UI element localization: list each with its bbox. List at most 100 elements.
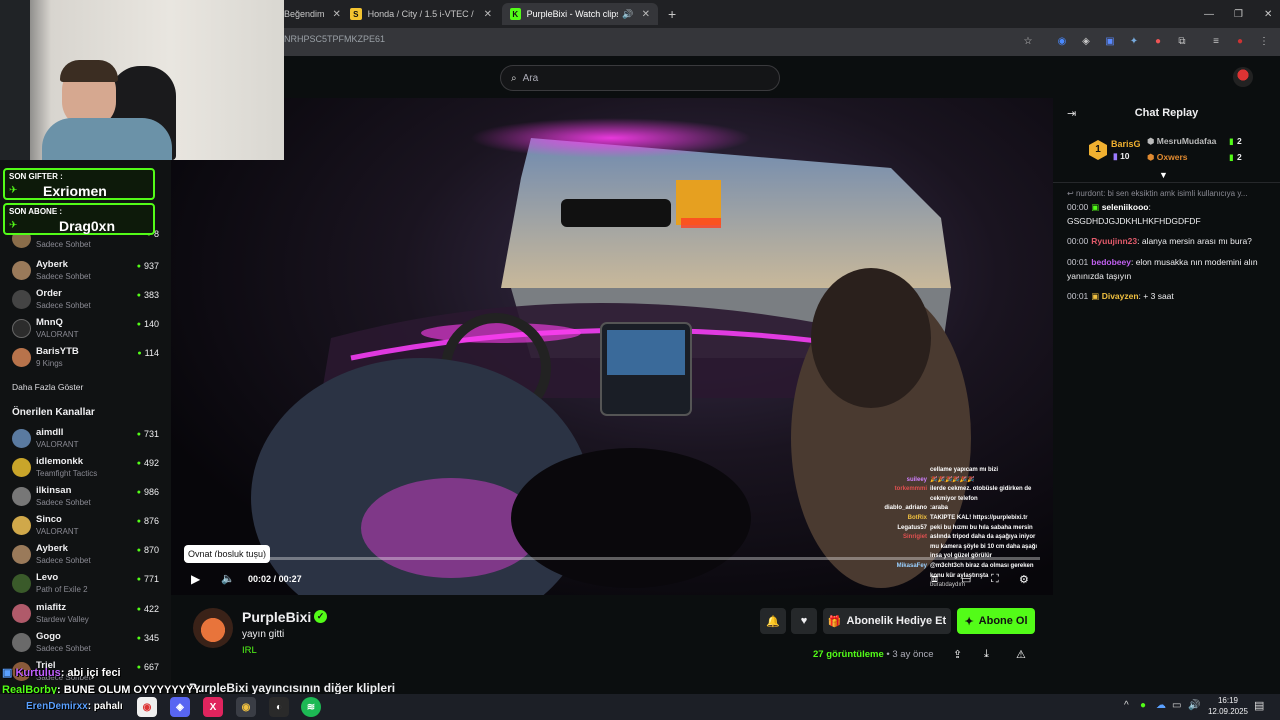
channel-name[interactable]: PurpleBixi (242, 609, 311, 625)
extension-icon[interactable]: ✦ (1128, 36, 1140, 48)
tab-honda[interactable]: S Honda / City / 1.5 i-VTEC / Exe ✕ (342, 3, 500, 25)
notification-icon[interactable]: ▤ (1254, 699, 1264, 712)
sidebar-channel[interactable]: aimdll VALORANT 731 (12, 426, 162, 452)
channel-category: VALORANT (36, 330, 79, 339)
sidebar-channel[interactable]: Gogo Sadece Sohbet 345 (12, 630, 162, 656)
user-avatar[interactable] (1233, 67, 1253, 87)
viewer-count: 114 (137, 348, 159, 358)
tray-chevron-icon[interactable]: ^ (1124, 700, 1129, 711)
extension-icon[interactable]: ◈ (1080, 36, 1092, 48)
sidebar-channel[interactable]: Ayberk Sadece Sohbet 937 (12, 258, 162, 284)
subscribe-label: Abone Ol (978, 615, 1028, 627)
spotify-icon[interactable]: ≋ (301, 697, 321, 717)
tab-begendim[interactable]: Beğendim ✕ (276, 3, 341, 25)
channel-name: BarisYTB (36, 346, 79, 357)
chevron-down-icon[interactable]: ▼ (1159, 170, 1168, 180)
gifter-name: Exriomen (43, 183, 107, 199)
clip-icon[interactable]: ⧈ (931, 573, 938, 586)
notification-bell-button[interactable]: 🔔 (760, 608, 786, 634)
view-count: 27 (813, 649, 824, 660)
chat-user[interactable]: Ryuujinn23 (1091, 236, 1137, 246)
clock-time[interactable]: 16:19 (1208, 696, 1248, 705)
video-chat-msg: cekmiyor telefon (930, 495, 978, 502)
sidebar-channel[interactable]: Order Sadece Sohbet 383 (12, 287, 162, 313)
url-text[interactable]: NRHPSC5TPFMKZPE61 (284, 34, 385, 44)
tab-label: PurpleBixi - Watch clips on (526, 9, 619, 19)
sidebar-channel[interactable]: Levo Path of Exile 2 771 (12, 571, 162, 597)
leader-name: MesruMudafaa (1156, 136, 1217, 146)
clock-date[interactable]: 12.09.2025 (1202, 707, 1254, 716)
obs-icon[interactable]: ◐ (269, 697, 289, 717)
new-tab-button[interactable]: + (660, 3, 682, 25)
progress-fill (184, 557, 244, 560)
leader-row[interactable]: ⬢ Oxwers ▮ 2 (1147, 152, 1267, 164)
tray-icon[interactable]: ☁ (1156, 700, 1166, 711)
minimize-icon[interactable]: — (1196, 3, 1222, 25)
leader-count: ▮ 10 (1113, 151, 1130, 162)
download-icon[interactable]: ⤓ (984, 648, 989, 661)
tray-icon[interactable]: ▭ (1172, 700, 1181, 711)
tab-purplebixi[interactable]: K PurpleBixi - Watch clips on 🔊 ✕ (502, 3, 658, 25)
restore-icon[interactable]: ❐ (1226, 3, 1251, 25)
settings-icon[interactable]: ⚙ (1019, 573, 1029, 586)
sidebar-channel[interactable]: miafitz Stardew Valley 422 (12, 601, 162, 627)
close-icon[interactable]: ✕ (333, 9, 341, 20)
chat-time: 00:01 (1067, 291, 1089, 301)
channel-name: Sinco (36, 514, 62, 525)
profile-icon[interactable]: ● (1234, 36, 1246, 48)
close-icon[interactable]: ✕ (484, 9, 492, 20)
channel-avatar[interactable] (193, 608, 233, 648)
search-input[interactable]: ⌕ Ara (500, 65, 780, 91)
sidebar-channel[interactable]: Sinco VALORANT 876 (12, 513, 162, 539)
puzzle-icon[interactable]: ⧉ (1176, 36, 1188, 48)
report-icon[interactable]: ⚠ (1016, 648, 1026, 661)
extension-icon[interactable]: ◉ (1056, 36, 1068, 48)
chrome-icon[interactable]: ◉ (236, 697, 256, 717)
window-close-icon[interactable]: ✕ (1256, 3, 1280, 25)
avatar (12, 319, 31, 338)
chrome-icon[interactable]: ◉ (137, 697, 157, 717)
theater-icon[interactable]: ▭ (961, 573, 971, 586)
category-link[interactable]: IRL (242, 645, 257, 656)
play-button[interactable]: ▶ (191, 572, 200, 586)
speaker-icon[interactable]: 🔊 (622, 9, 633, 20)
sidebar-channel[interactable]: idlemonkk Teamfight Tactics 492 (12, 455, 162, 481)
chat-user[interactable]: Divayzen (1102, 291, 1139, 301)
discord-icon[interactable]: ◈ (170, 697, 190, 717)
reply-hint-text: nurdont: bi sen eksiktin amk isimli kull… (1075, 189, 1248, 198)
close-icon[interactable]: ✕ (642, 9, 650, 20)
video-chat-line: BotRix TAKİPTE KAL! https://purplebixi.tr (871, 514, 1051, 524)
sidebar-channel[interactable]: MnnQ VALORANT 140 (12, 316, 162, 342)
gift-sub-button[interactable]: 🎁 Abonelik Hediye Et (823, 608, 951, 634)
chat-message: 00:00 ▣ seleniikooo: GSGDHDJGJDKHLHKFHDGD… (1067, 202, 1201, 226)
star-icon[interactable]: ☆ (1022, 36, 1034, 48)
leader-name[interactable]: BarisG (1111, 139, 1141, 149)
recommended-heading: Önerilen Kanallar (12, 407, 95, 418)
video-player[interactable]: cellame yapıcam mı bizi suileey 🎉🎉🎉🎉🎉🎉 to… (171, 98, 1053, 595)
extension-icon[interactable]: ● (1152, 36, 1164, 48)
favorite-button[interactable]: ♥ (791, 608, 817, 634)
chat-user[interactable]: seleniikooo (1102, 202, 1149, 212)
sidebar-channel[interactable]: ilkinsan Sadece Sohbet 986 (12, 484, 162, 510)
sidebar-channel[interactable]: Ayberk Sadece Sohbet 870 (12, 542, 162, 568)
show-more-link[interactable]: Daha Fazla Göster (12, 382, 83, 392)
volume-icon[interactable]: 🔈 (221, 572, 235, 585)
last-gifter-badge: SON GIFTER : Exriomen ✈ (3, 168, 155, 200)
chat-user[interactable]: bedobeey (1091, 257, 1131, 267)
tray-icon[interactable]: ● (1140, 700, 1146, 711)
leader-row[interactable]: ⬢ MesruMudafaa ▮ 2 (1147, 136, 1267, 148)
video-chat-line: Sinrigiet aslında tripod daha da aşağıya … (871, 533, 1051, 543)
subscribe-button[interactable]: ✦ Abone Ol (957, 608, 1035, 634)
video-chat-msg: 🎉🎉🎉🎉🎉🎉 (930, 476, 975, 483)
avatar (12, 261, 31, 280)
media-icon[interactable]: ≡ (1210, 36, 1222, 48)
extension-icon[interactable]: ▣ (1104, 36, 1116, 48)
volume-tray-icon[interactable]: 🔊 (1188, 700, 1200, 711)
fullscreen-icon[interactable]: ⛶ (991, 573, 999, 586)
menu-icon[interactable]: ⋮ (1258, 36, 1270, 48)
channel-name: Ayberk (36, 543, 68, 554)
xsplit-icon[interactable]: X (203, 697, 223, 717)
share-icon[interactable]: ⇪ (953, 648, 962, 661)
sidebar-channel[interactable]: BarisYTB 9 Kings 114 (12, 345, 162, 371)
progress-track[interactable] (184, 557, 1040, 560)
